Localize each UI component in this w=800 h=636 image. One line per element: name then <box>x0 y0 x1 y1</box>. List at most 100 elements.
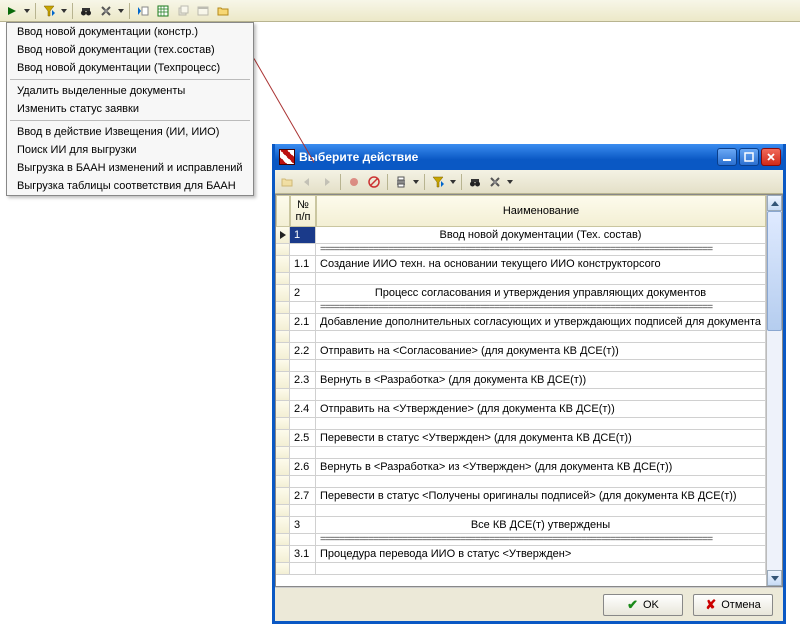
filter2-icon[interactable] <box>429 173 447 191</box>
row-num: 3.1 <box>290 546 316 563</box>
table-row[interactable]: 2Процесс согласования и утверждения упра… <box>276 285 766 302</box>
cancel-button[interactable]: ✘ Отмена <box>693 594 773 616</box>
filter-icon[interactable] <box>40 2 58 20</box>
row-marker <box>276 256 290 273</box>
tools2-dropdown-arrow[interactable] <box>506 180 514 184</box>
actions-dropdown: Ввод новой документации (констр.) Ввод н… <box>6 22 254 196</box>
menu-item-export-baan[interactable]: Выгрузка в БААН изменений и исправлений <box>7 159 253 177</box>
menu-item-change-status[interactable]: Изменить статус заявки <box>7 100 253 118</box>
print-dropdown-arrow[interactable] <box>412 180 420 184</box>
header-name[interactable]: Наименование <box>316 195 766 227</box>
row-title: Перевести в статус <Получены оригиналы п… <box>316 488 766 505</box>
scroll-up-button[interactable] <box>767 195 782 211</box>
table-row[interactable]: 2.6Вернуть в <Разработка> из <Утвержден>… <box>276 459 766 476</box>
open-icon[interactable] <box>278 173 296 191</box>
row-title: Все КВ ДСЕ(т) утверждены <box>316 517 766 534</box>
header-marker[interactable] <box>276 195 290 227</box>
folder-icon[interactable] <box>214 2 232 20</box>
row-num: 2 <box>290 285 316 302</box>
scroll-thumb[interactable] <box>767 211 782 331</box>
table-row[interactable]: 3.1Процедура перевода ИИО в статус <Утве… <box>276 546 766 563</box>
cancel-label: Отмена <box>721 599 760 611</box>
menu-item-doc-constr[interactable]: Ввод новой документации (констр.) <box>7 23 253 41</box>
tools2-icon[interactable] <box>486 173 504 191</box>
row-num: 1.1 <box>290 256 316 273</box>
row-title: Добавление дополнительных согласующих и … <box>316 314 766 331</box>
app-icon <box>279 149 295 165</box>
menu-item-export-table[interactable]: Выгрузка таблицы соответствия для БААН <box>7 177 253 195</box>
row-title: Процесс согласования и утверждения управ… <box>316 285 766 302</box>
row-marker <box>276 372 290 389</box>
stop-icon[interactable] <box>365 173 383 191</box>
menu-item-search-ii[interactable]: Поиск ИИ для выгрузки <box>7 141 253 159</box>
goto-icon[interactable] <box>134 2 152 20</box>
menu-separator <box>10 79 250 80</box>
play-dropdown-arrow[interactable] <box>23 9 31 13</box>
table-row[interactable]: 2.3Вернуть в <Разработка> (для документа… <box>276 372 766 389</box>
history-icon[interactable] <box>174 2 192 20</box>
menu-item-delete[interactable]: Удалить выделенные документы <box>7 82 253 100</box>
spacer-row <box>276 360 766 372</box>
dialog-title: Выберите действие <box>299 150 717 164</box>
ok-label: OK <box>643 599 659 611</box>
ok-button[interactable]: ✔ OK <box>603 594 683 616</box>
spacer-row <box>276 273 766 285</box>
filter2-dropdown-arrow[interactable] <box>449 180 457 184</box>
row-title: Ввод новой документации (Тех. состав) <box>316 227 766 244</box>
table-row[interactable]: 1Ввод новой документации (Тех. состав) <box>276 227 766 244</box>
row-num: 2.2 <box>290 343 316 360</box>
row-marker <box>276 314 290 331</box>
maximize-button[interactable] <box>739 148 759 166</box>
record-icon[interactable] <box>345 173 363 191</box>
separator-row: ========================================… <box>276 534 766 546</box>
print-icon[interactable] <box>392 173 410 191</box>
row-marker <box>276 546 290 563</box>
row-marker <box>276 227 290 244</box>
row-num: 2.7 <box>290 488 316 505</box>
nav-back-icon[interactable] <box>298 173 316 191</box>
menu-item-doc-techprocess[interactable]: Ввод новой документации (Техпроцесс) <box>7 59 253 77</box>
row-title: Вернуть в <Разработка> (для документа КВ… <box>316 372 766 389</box>
row-num: 2.3 <box>290 372 316 389</box>
row-num: 2.1 <box>290 314 316 331</box>
separator-row: ========================================… <box>276 302 766 314</box>
scroll-track[interactable] <box>767 211 782 570</box>
filter-dropdown-arrow[interactable] <box>60 9 68 13</box>
dialog-button-bar: ✔ OK ✘ Отмена <box>275 587 783 621</box>
dialog-titlebar[interactable]: Выберите действие <box>275 144 783 170</box>
table-row[interactable]: 2.5Перевести в статус <Утвержден> (для д… <box>276 430 766 447</box>
table-row[interactable]: 2.7Перевести в статус <Получены оригинал… <box>276 488 766 505</box>
menu-item-doc-tech[interactable]: Ввод новой документации (тех.состав) <box>7 41 253 59</box>
grid-body[interactable]: 1Ввод новой документации (Тех. состав) ==… <box>276 227 766 586</box>
card-icon[interactable] <box>194 2 212 20</box>
row-marker <box>276 401 290 418</box>
table-row[interactable]: 1.1Создание ИИО техн. на основании текущ… <box>276 256 766 273</box>
row-title: Перевести в статус <Утвержден> (для доку… <box>316 430 766 447</box>
table-row[interactable]: 2.2Отправить на <Согласование> (для доку… <box>276 343 766 360</box>
spacer-row <box>276 476 766 488</box>
table-row[interactable]: 2.4Отправить на <Утверждение> (для докум… <box>276 401 766 418</box>
binoculars2-icon[interactable] <box>466 173 484 191</box>
vertical-scrollbar[interactable] <box>766 195 782 586</box>
main-toolbar <box>0 0 800 22</box>
binoculars-icon[interactable] <box>77 2 95 20</box>
spreadsheet-icon[interactable] <box>154 2 172 20</box>
menu-separator <box>10 120 250 121</box>
spacer-row <box>276 447 766 459</box>
row-num: 1 <box>290 227 316 244</box>
header-num[interactable]: № п/п <box>290 195 316 227</box>
scroll-down-button[interactable] <box>767 570 782 586</box>
play-icon[interactable] <box>3 2 21 20</box>
close-button[interactable] <box>761 148 781 166</box>
row-num: 2.5 <box>290 430 316 447</box>
menu-item-activate-notice[interactable]: Ввод в действие Извещения (ИИ, ИИО) <box>7 123 253 141</box>
minimize-button[interactable] <box>717 148 737 166</box>
table-row[interactable]: 2.1Добавление дополнительных согласующих… <box>276 314 766 331</box>
row-marker <box>276 343 290 360</box>
row-title: Вернуть в <Разработка> из <Утвержден> (д… <box>316 459 766 476</box>
table-row[interactable]: 3Все КВ ДСЕ(т) утверждены <box>276 517 766 534</box>
tools-dropdown-arrow[interactable] <box>117 9 125 13</box>
row-title: Отправить на <Согласование> (для докумен… <box>316 343 766 360</box>
tools-icon[interactable] <box>97 2 115 20</box>
nav-fwd-icon[interactable] <box>318 173 336 191</box>
